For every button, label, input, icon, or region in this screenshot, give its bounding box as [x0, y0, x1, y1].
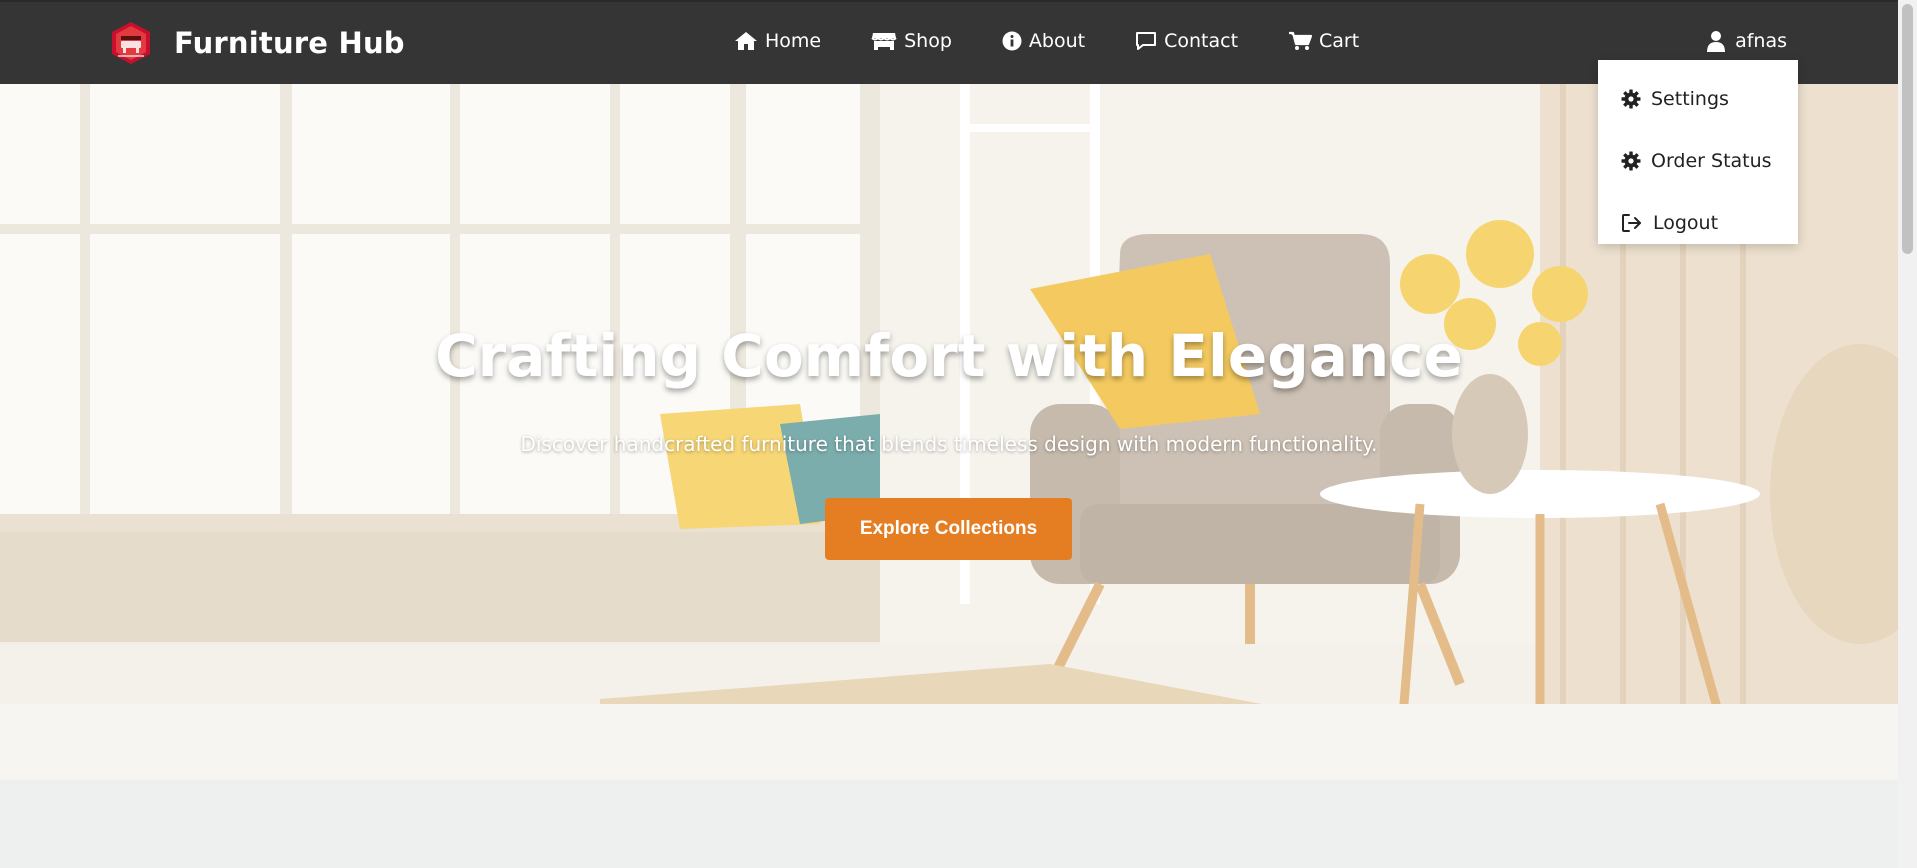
scrollbar-thumb[interactable] [1902, 4, 1913, 254]
hero-title: Crafting Comfort with Elegance [435, 322, 1463, 390]
furniture-logo-icon [112, 22, 150, 64]
nav-item-about[interactable]: About [1002, 30, 1085, 52]
cart-icon [1289, 31, 1313, 50]
explore-collections-button[interactable]: Explore Collections [825, 498, 1072, 560]
logout-icon [1622, 214, 1641, 232]
store-icon [871, 33, 897, 50]
brand-name: Furniture Hub [174, 26, 405, 60]
main-nav: Home Shop About Contact Cart [734, 30, 1359, 52]
nav-item-label: Contact [1164, 30, 1239, 52]
brand[interactable]: Furniture Hub [108, 20, 405, 66]
user-menu-toggle[interactable]: afnas [1707, 30, 1787, 52]
user-dropdown-menu: Settings Order Status Logout [1598, 60, 1798, 244]
nav-item-home[interactable]: Home [734, 30, 821, 52]
nav-item-label: Home [765, 30, 822, 52]
menu-item-settings[interactable]: Settings [1598, 68, 1798, 130]
nav-item-cart[interactable]: Cart [1288, 30, 1359, 52]
nav-item-label: About [1028, 30, 1086, 52]
menu-item-order-status[interactable]: Order Status [1598, 130, 1798, 192]
gear-icon [1621, 151, 1641, 171]
menu-item-label: Order Status [1651, 150, 1772, 172]
message-icon [1136, 32, 1157, 50]
info-icon [1002, 31, 1022, 51]
menu-item-label: Settings [1651, 88, 1729, 110]
hero-subtitle: Discover handcrafted furniture that blen… [520, 432, 1378, 456]
nav-item-label: Cart [1319, 30, 1360, 52]
nav-item-contact[interactable]: Contact [1135, 30, 1238, 52]
gear-icon [1621, 89, 1641, 109]
username: afnas [1735, 30, 1787, 52]
menu-item-label: Logout [1653, 212, 1719, 234]
home-icon [735, 32, 757, 50]
nav-item-label: Shop [904, 30, 952, 52]
menu-item-logout[interactable]: Logout [1598, 192, 1798, 254]
page-scrollbar[interactable] [1898, 0, 1917, 868]
nav-item-shop[interactable]: Shop [871, 30, 952, 52]
user-icon [1707, 31, 1726, 52]
